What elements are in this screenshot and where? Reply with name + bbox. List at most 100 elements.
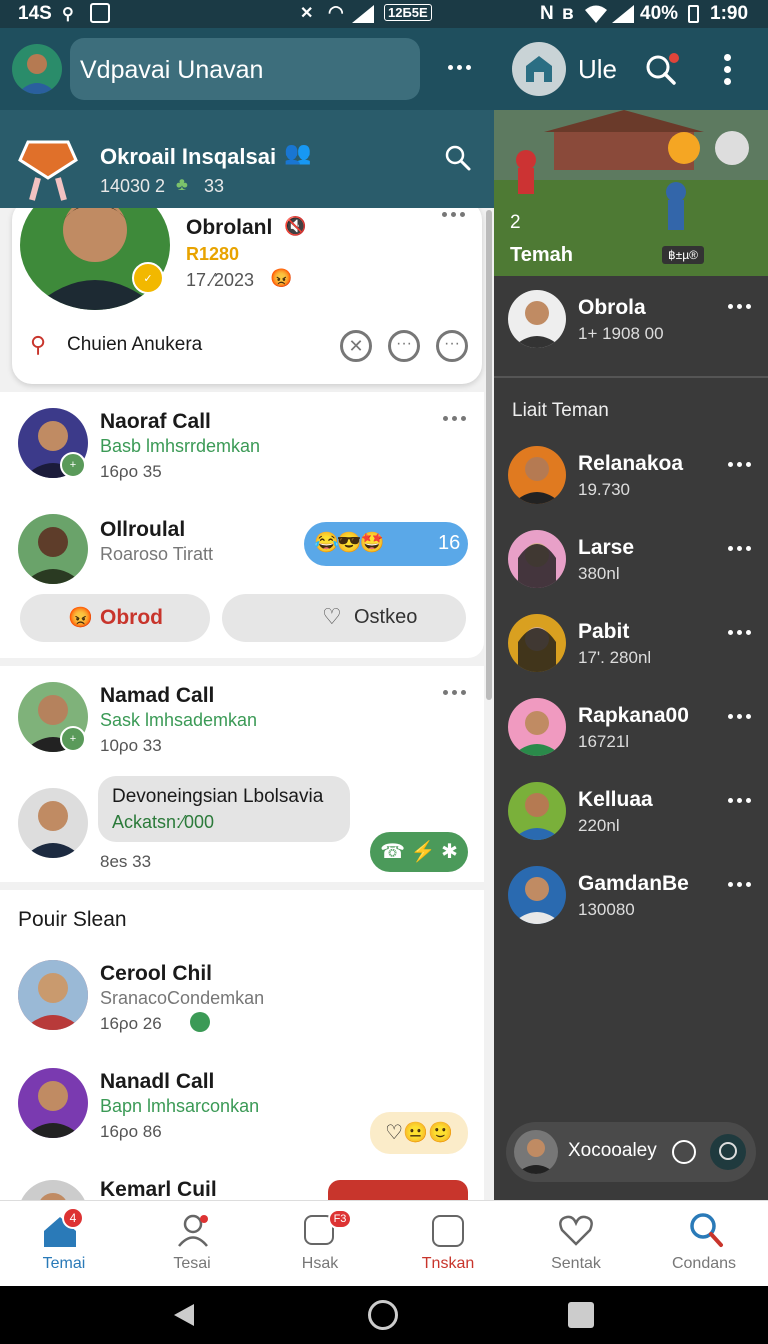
featured-action[interactable]: Chuien Anukera bbox=[67, 334, 202, 356]
friend-name: GamdanBe bbox=[578, 872, 689, 895]
home-button-icon[interactable] bbox=[368, 1300, 398, 1330]
pinned-item[interactable]: Obrola 1+ 1908 00 bbox=[494, 276, 768, 376]
mic-icon[interactable] bbox=[710, 1134, 746, 1170]
chat-card-2: + Namad Call Sask lmhsademkan 10ρο 33 De… bbox=[0, 666, 484, 882]
friend-item[interactable]: Larse 380nl bbox=[494, 524, 768, 608]
friend-sub: 380nl bbox=[578, 564, 620, 583]
avatar[interactable] bbox=[18, 1180, 88, 1200]
ostkeo-button[interactable]: ♡ Ostkeo bbox=[222, 594, 466, 642]
group-header[interactable]: Okroail Insqalsai 👥 14030 2 ♣ 33 bbox=[0, 110, 494, 208]
friend-item[interactable]: GamdanBe 130080 bbox=[494, 860, 768, 944]
divider bbox=[494, 376, 768, 378]
friend-more-icon[interactable] bbox=[728, 546, 751, 551]
nav-condans[interactable]: Condans bbox=[640, 1201, 768, 1287]
block-icon[interactable]: ✕ bbox=[340, 330, 372, 362]
home-icon[interactable] bbox=[512, 42, 566, 96]
avatar bbox=[508, 614, 566, 672]
chat-more-icon[interactable] bbox=[443, 416, 466, 421]
nav-badge: 4 bbox=[62, 1207, 84, 1229]
featured-card[interactable]: ✓ Obrolanl 🔇 R1280 17.⁄2023 😡 ⚲ Chuien A… bbox=[12, 180, 482, 384]
chat-name[interactable]: Kemarl Cuil bbox=[100, 1178, 217, 1200]
avatar[interactable] bbox=[18, 514, 88, 584]
scrollbar[interactable] bbox=[486, 210, 492, 700]
chat-list-panel: ✓ Obrolanl 🔇 R1280 17.⁄2023 😡 ⚲ Chuien A… bbox=[0, 110, 494, 1200]
chat-name[interactable]: Nanadl Call bbox=[100, 1070, 214, 1094]
nav-tnskan[interactable]: Tnskan bbox=[384, 1201, 512, 1287]
more-circle-icon[interactable]: ··· bbox=[436, 330, 468, 362]
nav-sentak[interactable]: Sentak bbox=[512, 1201, 640, 1287]
title-field[interactable]: Vdpavai Unavan bbox=[70, 38, 420, 100]
friend-sub: 130080 bbox=[578, 900, 635, 919]
avatar[interactable] bbox=[18, 960, 88, 1030]
nav-hsak[interactable]: F3 Hsak bbox=[256, 1201, 384, 1287]
bluetooth-icon: ʙ bbox=[562, 3, 574, 24]
chat-more-icon[interactable] bbox=[443, 690, 466, 695]
overflow-menu-icon[interactable] bbox=[724, 54, 732, 86]
wifi-icon: ◠ bbox=[328, 2, 344, 22]
status-clock: 1:90 bbox=[710, 3, 749, 24]
options-icon[interactable]: ··· bbox=[388, 330, 420, 362]
system-navigation bbox=[0, 1286, 768, 1344]
nav-temai[interactable]: 4 Temai bbox=[0, 1201, 128, 1287]
app-title: Vdpavai Unavan bbox=[80, 56, 264, 84]
chat-name[interactable]: Naoraf Call bbox=[100, 410, 211, 434]
chat-name[interactable]: Ollroulal bbox=[100, 518, 185, 542]
chat-meta: 10ρο 33 bbox=[100, 736, 162, 755]
friend-item[interactable]: Rapkana00 16721l bbox=[494, 692, 768, 776]
obrod-label: Obrod bbox=[100, 606, 163, 629]
status-icon: + bbox=[60, 726, 86, 752]
mute-small-icon: 🔇 bbox=[284, 216, 307, 236]
status-bar: 14S ⚲ ✕ ◠ 12Б5Е N ʙ 40% 1:90 bbox=[0, 0, 768, 28]
section-title: Pouir Slean bbox=[18, 908, 127, 931]
friend-more-icon[interactable] bbox=[728, 714, 751, 719]
message-bubble[interactable]: Devoneingsian Lbolsavia Ackatsn:⁄000 bbox=[98, 776, 350, 842]
reactions-pill[interactable]: ♡😐🙂 bbox=[370, 1112, 468, 1154]
avatar[interactable] bbox=[18, 788, 88, 858]
nav-tesai[interactable]: Tesai bbox=[128, 1201, 256, 1287]
nav-label: Tesai bbox=[173, 1255, 211, 1272]
chat-meta: 16ρο 86 bbox=[100, 1122, 162, 1141]
reaction-count: 16 bbox=[438, 532, 461, 554]
game-label: Temah bbox=[510, 244, 573, 266]
heart-nav-icon bbox=[559, 1215, 593, 1246]
back-icon[interactable] bbox=[172, 1302, 196, 1328]
avatar bbox=[508, 446, 566, 504]
chip-avatar bbox=[514, 1130, 558, 1174]
search-icon[interactable] bbox=[644, 52, 680, 88]
friend-item[interactable]: Pabit 17'. 280nl bbox=[494, 608, 768, 692]
nav-label: Sentak bbox=[551, 1255, 601, 1272]
friend-more-icon[interactable] bbox=[728, 462, 751, 467]
featured-more-icon[interactable] bbox=[442, 212, 465, 217]
game-banner[interactable]: 2 Temah ฿±µ® bbox=[494, 110, 768, 276]
bottom-chip[interactable]: Xocooaley bbox=[506, 1122, 756, 1182]
more-icon[interactable] bbox=[448, 65, 471, 70]
friend-more-icon[interactable] bbox=[728, 798, 751, 803]
group-search-icon[interactable] bbox=[444, 144, 472, 172]
friend-item[interactable]: Relanakoa 19.730 bbox=[494, 440, 768, 524]
reactions-pill[interactable]: 😂😎🤩 16 bbox=[304, 522, 468, 566]
pinned-more-icon[interactable] bbox=[728, 304, 751, 309]
friend-item[interactable]: Kelluaa 220nl bbox=[494, 776, 768, 860]
group-logo-icon bbox=[18, 140, 78, 201]
leaf-icon: ♣ bbox=[176, 174, 188, 194]
obrod-button[interactable]: 😡 Obrod bbox=[20, 594, 210, 642]
chip-label: Xocooaley bbox=[568, 1140, 657, 1161]
friend-more-icon[interactable] bbox=[728, 882, 751, 887]
timer-icon[interactable] bbox=[672, 1140, 696, 1164]
nav-label: Hsak bbox=[301, 1255, 339, 1272]
battery-percent: 40% bbox=[640, 3, 679, 24]
action-pill[interactable]: ☎ ⚡ ✱ bbox=[370, 832, 468, 872]
friend-more-icon[interactable] bbox=[728, 630, 751, 635]
chat-name[interactable]: Namad Call bbox=[100, 684, 214, 708]
nav-label: Temai bbox=[42, 1255, 86, 1272]
chat-section-2: Pouir Slean Cerool Chil SranacoCondemkan… bbox=[0, 890, 484, 1200]
avatar bbox=[508, 782, 566, 840]
recents-icon[interactable] bbox=[568, 1302, 594, 1328]
chat-name[interactable]: Cerool Chil bbox=[100, 962, 212, 986]
friend-sub: 220nl bbox=[578, 816, 620, 835]
profile-avatar[interactable] bbox=[12, 44, 62, 94]
emoji-icon: 😡 bbox=[270, 268, 293, 288]
verified-icon: ✓ bbox=[132, 262, 164, 294]
media-thumb[interactable] bbox=[328, 1180, 468, 1200]
avatar[interactable] bbox=[18, 1068, 88, 1138]
